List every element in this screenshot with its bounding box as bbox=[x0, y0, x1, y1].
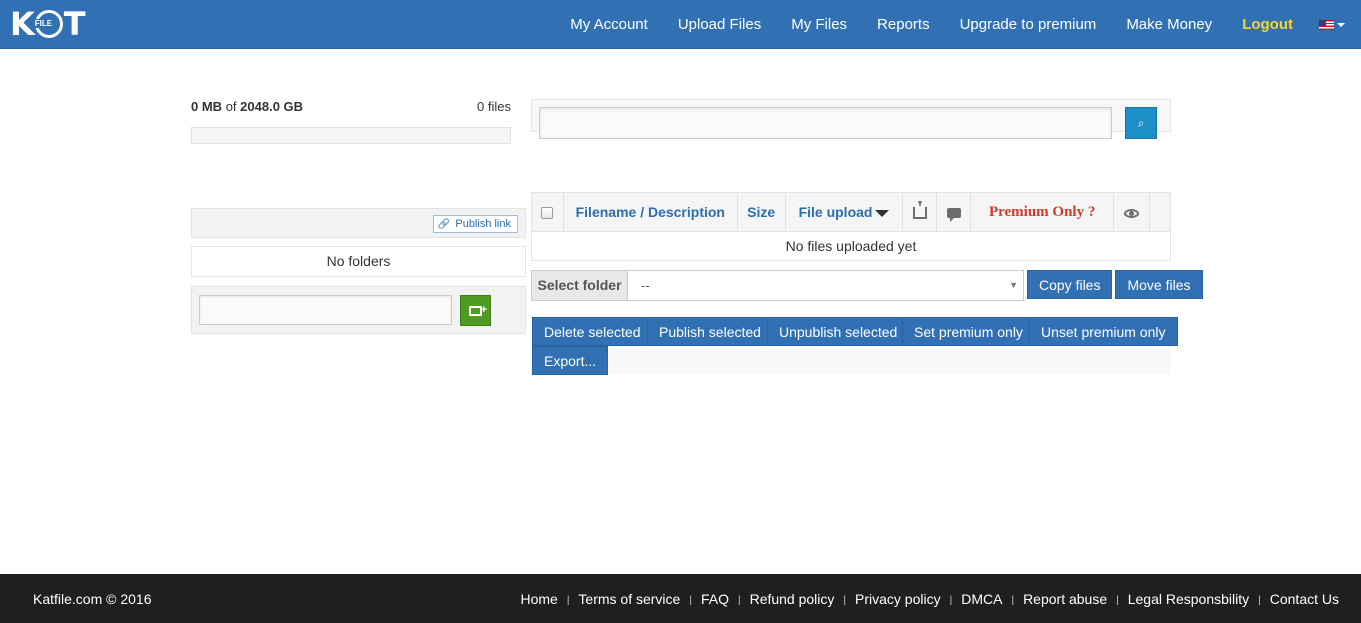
storage-of: of bbox=[225, 99, 237, 114]
footer-link-terms[interactable]: Terms of service bbox=[578, 591, 680, 607]
header-downloads[interactable] bbox=[902, 192, 938, 232]
eye-icon bbox=[1124, 208, 1140, 218]
folder-select[interactable]: -- ▼ bbox=[628, 270, 1024, 301]
caret-down-icon bbox=[1337, 22, 1345, 27]
logout-link[interactable]: Logout bbox=[1242, 16, 1293, 33]
copy-files-button[interactable]: Copy files bbox=[1027, 270, 1113, 299]
nav-my-files[interactable]: My Files bbox=[791, 16, 847, 33]
top-navbar: K FILE T My Account Upload Files My Files … bbox=[0, 0, 1361, 49]
footer-separator: | bbox=[689, 595, 692, 606]
download-icon bbox=[912, 201, 927, 220]
publish-selected-button[interactable]: Publish selected bbox=[647, 317, 773, 346]
storage-total: 2048.0 GB bbox=[240, 99, 304, 114]
footer-link-report-abuse[interactable]: Report abuse bbox=[1023, 591, 1107, 607]
storage-progress-bar bbox=[191, 127, 511, 144]
header-size[interactable]: Size bbox=[736, 192, 786, 232]
nav-upgrade-premium[interactable]: Upgrade to premium bbox=[960, 16, 1097, 33]
export-button[interactable]: Export... bbox=[532, 346, 609, 375]
select-all-checkbox[interactable] bbox=[541, 207, 554, 220]
files-table: Filename / Description Size File upload … bbox=[531, 192, 1172, 261]
footer-link-home[interactable]: Home bbox=[520, 591, 557, 607]
header-file-upload-label: File upload bbox=[798, 204, 873, 220]
footer-link-contact[interactable]: Contact Us bbox=[1270, 591, 1339, 607]
katfile-logo[interactable]: K FILE T bbox=[10, 6, 86, 42]
publish-link-button[interactable]: 🔗 Publish link bbox=[432, 215, 518, 233]
footer-separator: | bbox=[949, 595, 953, 606]
search-icon: ⌕ bbox=[1137, 115, 1145, 130]
dropdown-arrow-icon: ▼ bbox=[1009, 280, 1018, 290]
publish-link-label: Publish link bbox=[455, 218, 511, 230]
search-input[interactable] bbox=[539, 107, 1112, 139]
footer-link-refund[interactable]: Refund policy bbox=[750, 591, 835, 607]
new-folder-panel bbox=[191, 286, 526, 334]
table-header-row: Filename / Description Size File upload … bbox=[531, 192, 1172, 232]
us-flag-icon bbox=[1319, 19, 1334, 30]
unset-premium-button[interactable]: Unset premium only bbox=[1029, 317, 1178, 346]
header-premium[interactable]: Premium Only ? bbox=[970, 192, 1115, 232]
nav-make-money[interactable]: Make Money bbox=[1126, 16, 1212, 33]
unpublish-selected-button[interactable]: Unpublish selected bbox=[767, 317, 910, 346]
footer-separator: | bbox=[1011, 595, 1015, 606]
footer-separator: | bbox=[1116, 595, 1119, 606]
link-icon: 🔗 bbox=[437, 218, 451, 230]
storage-usage: 0 MB of 2048.0 GB 0 files bbox=[191, 99, 511, 114]
language-dropdown[interactable] bbox=[1319, 19, 1345, 30]
footer-link-faq[interactable]: FAQ bbox=[701, 591, 729, 607]
storage-used: 0 MB bbox=[191, 99, 223, 114]
footer-separator: | bbox=[843, 595, 847, 606]
search-button[interactable]: ⌕ bbox=[1125, 107, 1157, 139]
footer: Katfile.com © 2016 Home | Terms of servi… bbox=[0, 574, 1361, 623]
folders-header: 🔗 Publish link bbox=[191, 208, 526, 238]
footer-link-dmca[interactable]: DMCA bbox=[961, 591, 1002, 607]
header-filename[interactable]: Filename / Description bbox=[562, 192, 738, 232]
folder-add-icon bbox=[469, 305, 487, 316]
header-public[interactable] bbox=[1113, 192, 1150, 232]
main-nav: My Account Upload Files My Files Reports… bbox=[570, 0, 1361, 49]
nav-reports[interactable]: Reports bbox=[877, 16, 930, 33]
footer-link-privacy[interactable]: Privacy policy bbox=[855, 591, 941, 607]
nav-my-account[interactable]: My Account bbox=[570, 16, 648, 33]
no-files-message: No files uploaded yet bbox=[531, 231, 1171, 261]
folder-select-value: -- bbox=[641, 278, 650, 293]
folder-move-row: Select folder -- ▼ Copy files Move files bbox=[531, 270, 1203, 301]
header-select-all bbox=[531, 192, 564, 232]
footer-copyright: Katfile.com © 2016 bbox=[33, 591, 152, 607]
header-comments[interactable] bbox=[936, 192, 972, 232]
set-premium-button[interactable]: Set premium only bbox=[902, 317, 1035, 346]
footer-separator: | bbox=[737, 595, 741, 606]
footer-link-legal[interactable]: Legal Responsbility bbox=[1128, 591, 1249, 607]
header-file-upload[interactable]: File upload bbox=[784, 192, 904, 232]
footer-separator: | bbox=[566, 595, 570, 606]
delete-selected-button[interactable]: Delete selected bbox=[532, 317, 653, 346]
create-folder-button[interactable] bbox=[460, 295, 491, 326]
bulk-actions-panel: Delete selected Publish selected Unpubli… bbox=[531, 316, 1178, 375]
select-folder-label: Select folder bbox=[531, 270, 628, 301]
nav-upload-files[interactable]: Upload Files bbox=[678, 16, 761, 33]
no-folders-message: No folders bbox=[191, 246, 526, 277]
footer-separator: | bbox=[1258, 595, 1261, 606]
footer-links: Home | Terms of service | FAQ | Refund p… bbox=[520, 574, 1339, 623]
new-folder-input[interactable] bbox=[199, 295, 452, 325]
files-count: 0 files bbox=[477, 99, 511, 114]
sort-desc-icon bbox=[875, 209, 890, 217]
move-files-button[interactable]: Move files bbox=[1115, 270, 1203, 299]
header-extra bbox=[1148, 192, 1172, 232]
premium-only-label: Premium Only ? bbox=[988, 204, 1096, 220]
table-row: No files uploaded yet bbox=[531, 231, 1171, 261]
comment-icon bbox=[946, 208, 961, 223]
search-bar bbox=[531, 99, 1171, 139]
